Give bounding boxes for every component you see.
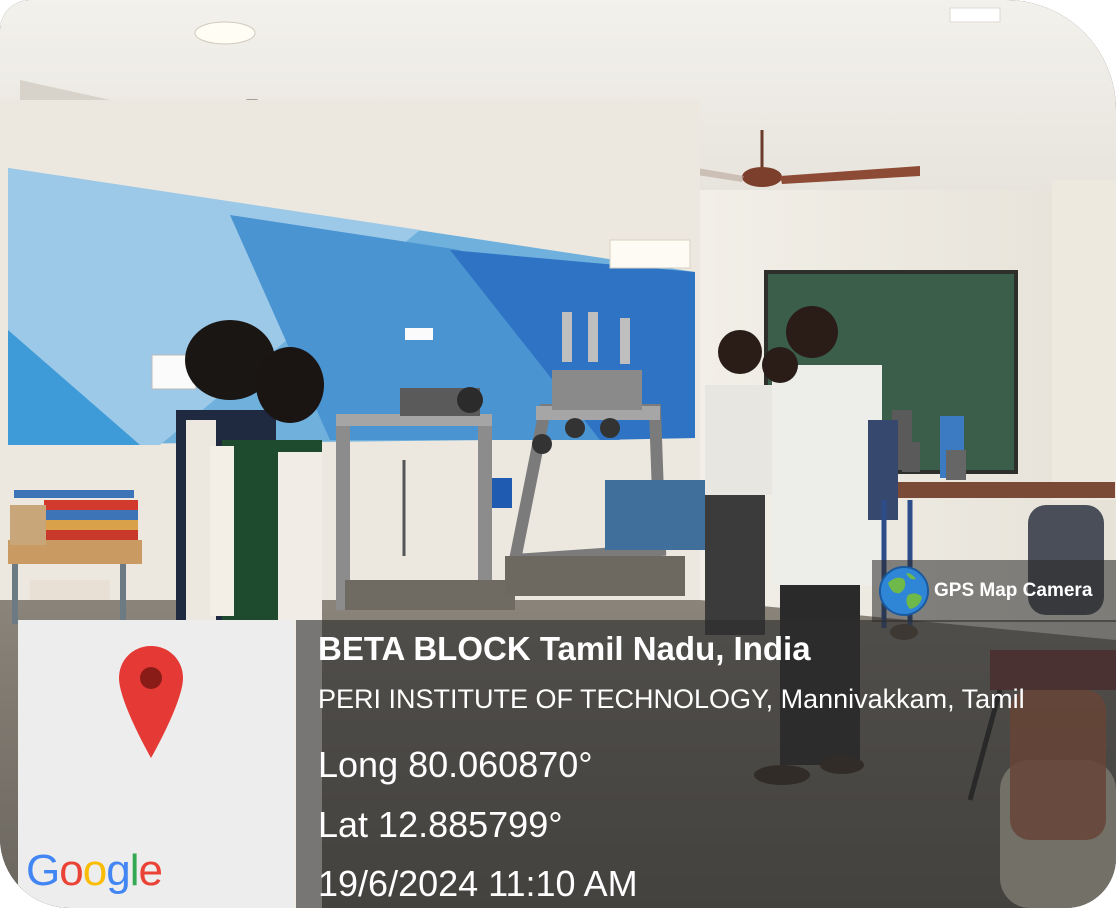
latitude-value: Lat 12.885799°: [318, 804, 563, 845]
location-title: BETA BLOCK Tamil Nadu, India: [318, 630, 811, 667]
google-logo-text: Google: [26, 846, 163, 895]
globe-icon: [879, 566, 929, 616]
pillar: [1052, 180, 1116, 500]
location-address: PERI INSTITUTE OF TECHNOLOGY, Mannivakka…: [318, 684, 1025, 714]
longitude-value: Long 80.060870°: [318, 744, 593, 785]
map-thumbnail: Google: [18, 620, 294, 908]
ceiling-light: [194, 21, 256, 45]
location-info-panel: BETA BLOCK Tamil Nadu, India PERI INSTIT…: [296, 620, 1116, 908]
window: [609, 239, 691, 269]
google-logo: Google: [26, 846, 163, 896]
wall-notice: [405, 328, 433, 340]
gps-map-camera-label: GPS Map Camera: [934, 580, 1093, 601]
photo-frame: GPS Map Camera Google BETA BLOCK Tamil N…: [0, 0, 1116, 908]
tube-light: [949, 7, 1001, 23]
gps-map-camera-badge: GPS Map Camera: [872, 560, 1116, 622]
map-pin-icon: [119, 646, 183, 758]
timestamp-value: 19/6/2024 11:10 AM: [318, 863, 638, 904]
